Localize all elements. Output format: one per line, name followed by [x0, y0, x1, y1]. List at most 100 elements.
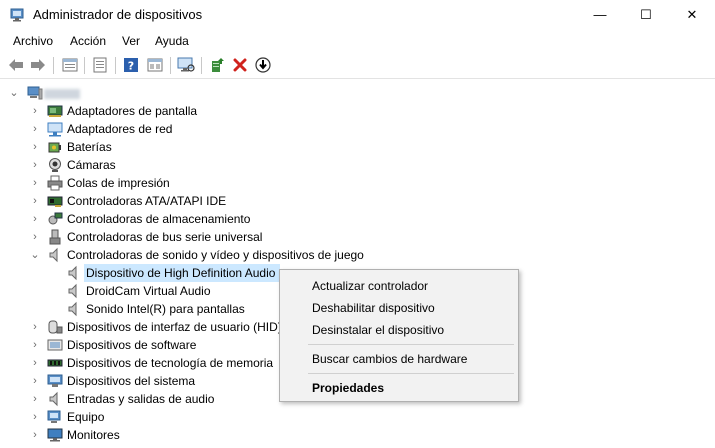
menu-bar: Archivo Acción Ver Ayuda — [0, 31, 715, 51]
chevron-right-icon[interactable]: › — [29, 192, 41, 210]
category-label: Equipo — [67, 410, 105, 424]
properties-icon — [62, 58, 78, 72]
hid-icon — [48, 320, 63, 334]
chevron-right-icon[interactable]: › — [29, 354, 41, 372]
toolbar-separator — [170, 57, 171, 74]
system-device-icon — [47, 374, 63, 387]
toolbar-separator — [53, 57, 54, 74]
menu-scan-hardware[interactable]: Buscar cambios de hardware — [280, 348, 518, 370]
tree-root[interactable]: ⌄ — [0, 84, 715, 102]
chevron-right-icon[interactable]: › — [29, 426, 41, 444]
tree-category[interactable]: › Cámaras — [0, 156, 715, 174]
chevron-right-icon[interactable]: › — [29, 120, 41, 138]
network-adapter-icon — [47, 122, 63, 137]
forward-icon — [31, 59, 45, 71]
chevron-right-icon[interactable]: › — [29, 318, 41, 336]
tree-category[interactable]: › Baterías — [0, 138, 715, 156]
computer-name — [44, 89, 80, 99]
category-label: Baterías — [67, 140, 112, 154]
audio-io-icon — [49, 391, 58, 407]
update-driver-icon — [212, 58, 224, 72]
view-icon — [93, 57, 107, 73]
device-manager-icon — [10, 8, 24, 22]
menu-accion[interactable]: Acción — [70, 34, 106, 48]
help-button[interactable]: ? — [121, 56, 141, 74]
device-label: Sonido Intel(R) para pantallas — [86, 302, 245, 316]
menu-update-driver[interactable]: Actualizar controlador — [280, 275, 518, 297]
scan-hardware-button[interactable] — [176, 56, 196, 74]
software-device-icon — [47, 339, 63, 351]
monitor-scan-icon — [177, 57, 195, 72]
view-grid-icon — [147, 58, 163, 72]
properties-button[interactable] — [60, 56, 80, 74]
chevron-right-icon[interactable]: › — [29, 372, 41, 390]
computer-icon — [47, 410, 61, 423]
download-button[interactable] — [253, 56, 273, 74]
tree-category[interactable]: › Monitores — [0, 426, 715, 444]
storage-controller-icon — [48, 212, 63, 225]
back-button[interactable] — [6, 56, 26, 74]
menu-disable-device[interactable]: Deshabilitar dispositivo — [280, 297, 518, 319]
tree-category-expanded[interactable]: ⌄ Controladoras de sonido y vídeo y disp… — [0, 246, 715, 264]
tree-category[interactable]: › Controladoras de bus serie universal — [0, 228, 715, 246]
menu-separator — [308, 344, 514, 345]
computer-icon — [27, 86, 43, 100]
chevron-right-icon[interactable]: › — [29, 156, 41, 174]
chevron-down-icon[interactable]: ⌄ — [8, 84, 20, 102]
menu-properties[interactable]: Propiedades — [280, 377, 518, 399]
usb-icon — [49, 229, 61, 245]
category-label: Colas de impresión — [67, 176, 170, 190]
tree-category[interactable]: › Controladoras de almacenamiento — [0, 210, 715, 228]
category-label: Adaptadores de red — [67, 122, 173, 136]
speaker-icon — [68, 301, 77, 317]
camera-icon — [49, 158, 61, 172]
maximize-button[interactable]: ☐ — [623, 0, 669, 31]
chevron-right-icon[interactable]: › — [29, 210, 41, 228]
view-button[interactable] — [90, 56, 110, 74]
back-icon — [9, 59, 23, 71]
category-label: Dispositivos del sistema — [67, 374, 196, 388]
chevron-down-icon[interactable]: ⌄ — [29, 246, 41, 264]
category-label: Controladoras de bus serie universal — [67, 230, 263, 244]
chevron-right-icon[interactable]: › — [29, 336, 41, 354]
category-label: Controladoras de sonido y vídeo y dispos… — [67, 248, 364, 262]
update-driver-button[interactable] — [207, 56, 227, 74]
menu-archivo[interactable]: Archivo — [13, 34, 53, 48]
menu-separator — [308, 373, 514, 374]
chevron-right-icon[interactable]: › — [29, 102, 41, 120]
tree-category[interactable]: › Adaptadores de red — [0, 120, 715, 138]
menu-uninstall-device[interactable]: Desinstalar el dispositivo — [280, 319, 518, 341]
chevron-right-icon[interactable]: › — [29, 138, 41, 156]
view-grid-button[interactable] — [145, 56, 165, 74]
download-icon — [255, 57, 271, 73]
chevron-right-icon[interactable]: › — [29, 228, 41, 246]
chevron-right-icon[interactable]: › — [29, 174, 41, 192]
tree-category[interactable]: › Adaptadores de pantalla — [0, 102, 715, 120]
menu-ver[interactable]: Ver — [122, 34, 140, 48]
tree-category[interactable]: › Equipo — [0, 408, 715, 426]
help-icon: ? — [124, 58, 138, 73]
toolbar-separator — [84, 57, 85, 74]
uninstall-button[interactable] — [230, 56, 250, 74]
category-label: Dispositivos de tecnología de memoria — [67, 356, 274, 370]
forward-button[interactable] — [28, 56, 48, 74]
minimize-button[interactable]: — — [577, 0, 623, 31]
chevron-right-icon[interactable]: › — [29, 390, 41, 408]
toolbar-separator — [115, 57, 116, 74]
battery-icon — [48, 142, 61, 153]
close-button[interactable]: ✕ — [669, 0, 715, 31]
device-label: DroidCam Virtual Audio — [86, 284, 211, 298]
category-label: Cámaras — [67, 158, 116, 172]
speaker-icon — [68, 265, 77, 281]
svg-text:?: ? — [128, 60, 134, 73]
category-label: Entradas y salidas de audio — [67, 392, 215, 406]
category-label: Dispositivos de software — [67, 338, 197, 352]
chevron-right-icon[interactable]: › — [29, 408, 41, 426]
tree-category[interactable]: › Colas de impresión — [0, 174, 715, 192]
speaker-icon — [68, 283, 77, 299]
menu-ayuda[interactable]: Ayuda — [155, 34, 189, 48]
tree-category[interactable]: › Controladoras ATA/ATAPI IDE — [0, 192, 715, 210]
category-label: Controladoras de almacenamiento — [67, 212, 251, 226]
printer-icon — [47, 175, 63, 191]
context-menu: Actualizar controlador Deshabilitar disp… — [279, 269, 519, 402]
